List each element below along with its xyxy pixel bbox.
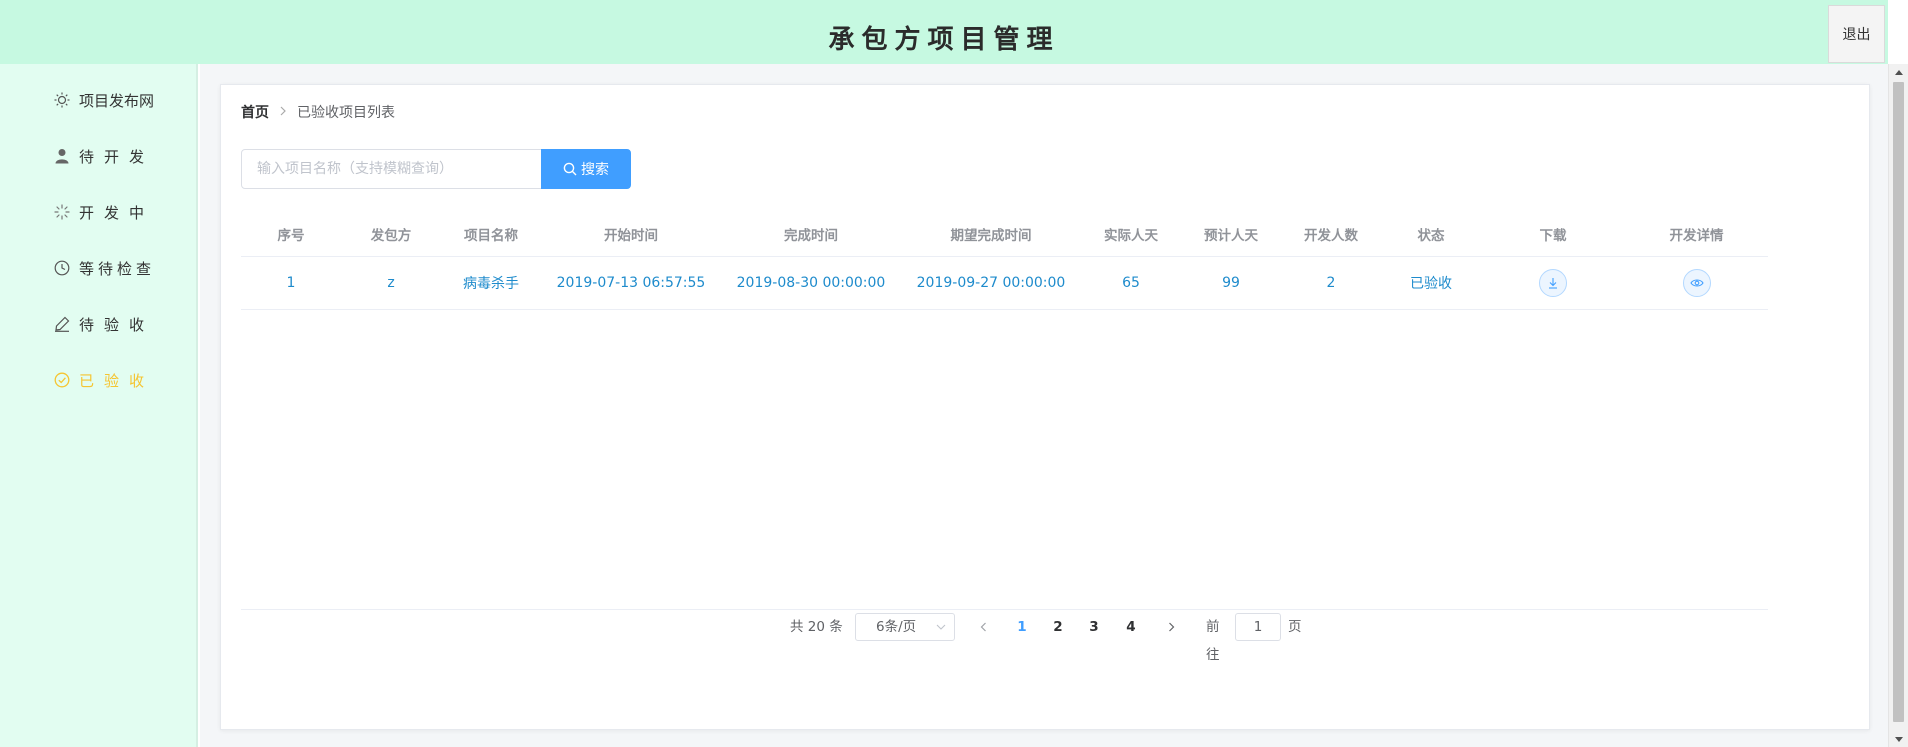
scroll-down-arrow-icon[interactable] <box>1889 731 1908 747</box>
column-header[interactable]: 完成时间 <box>721 212 901 256</box>
goto-suffix: 页 <box>1288 619 1302 635</box>
column-header[interactable]: 状态 <box>1381 212 1481 256</box>
logout-button[interactable]: 退出 <box>1828 5 1885 63</box>
cell-client: z <box>387 275 395 291</box>
breadcrumb-home[interactable]: 首页 <box>241 102 269 122</box>
column-header[interactable]: 下载 <box>1481 212 1625 256</box>
cell-start-time: 2019-07-13 06:57:55 <box>556 275 706 291</box>
breadcrumb: 首页 已验收项目列表 <box>241 101 395 123</box>
column-header[interactable]: 发包方 <box>341 212 441 256</box>
sidebar-item-label: 开发中 <box>79 203 155 222</box>
sidebar-item-label: 待验收 <box>79 315 155 334</box>
sidebar-item-waiting-check[interactable]: 等待检查 <box>53 256 155 280</box>
edit-icon <box>53 315 71 333</box>
app-header: 承包方项目管理 <box>0 0 1888 64</box>
column-header[interactable]: 开发人数 <box>1281 212 1381 256</box>
view-detail-button[interactable] <box>1682 269 1711 297</box>
search-input[interactable] <box>241 149 543 189</box>
search-button-label: 搜索 <box>581 162 609 178</box>
cell-developers: 2 <box>1326 275 1336 291</box>
circle-check-icon <box>53 371 71 389</box>
sidebar-item-label: 等待检查 <box>79 259 156 278</box>
loading-icon <box>53 203 71 221</box>
cell-expected-time: 2019-09-27 00:00:00 <box>916 275 1066 291</box>
download-icon <box>1547 277 1559 289</box>
user-icon <box>53 147 71 165</box>
sidebar-item-accepted[interactable]: 已验收 <box>53 368 154 392</box>
sidebar-item-label: 已验收 <box>79 371 155 390</box>
chevron-left-icon <box>980 622 987 632</box>
goto-label: 前往 <box>1206 619 1220 663</box>
eye-icon <box>1689 278 1704 288</box>
divider <box>241 609 1768 610</box>
cell-estimated-days: 99 <box>1222 275 1240 291</box>
cell-index: 1 <box>286 275 296 291</box>
cell-project-name: 病毒杀手 <box>463 276 519 292</box>
pagination-total: 共 20 条 <box>790 619 843 635</box>
goto-page-input[interactable] <box>1235 613 1281 641</box>
page-title: 承包方项目管理 <box>828 25 1060 55</box>
sidebar-item-pending-accept[interactable]: 待验收 <box>53 312 154 336</box>
sun-icon <box>53 91 71 109</box>
chevron-right-icon <box>1168 622 1175 632</box>
column-header[interactable]: 开发详情 <box>1625 212 1768 256</box>
next-page-button[interactable] <box>1157 613 1185 641</box>
project-table: 序号 发包方 项目名称 开始时间 完成时间 期望完成时间 实际人天 预计人天 开… <box>241 212 1768 310</box>
breadcrumb-current: 已验收项目列表 <box>297 105 395 121</box>
sidebar-item-pending-dev[interactable]: 待开发 <box>53 144 154 168</box>
vertical-scrollbar[interactable] <box>1888 64 1908 747</box>
page-number-button[interactable]: 3 <box>1080 613 1108 641</box>
prev-page-button[interactable] <box>969 613 997 641</box>
clock-icon <box>53 259 71 277</box>
column-header[interactable]: 序号 <box>241 212 341 256</box>
cell-finish-time: 2019-08-30 00:00:00 <box>736 275 886 291</box>
cell-status: 已验收 <box>1410 276 1452 292</box>
download-button[interactable] <box>1539 269 1567 297</box>
search-icon <box>563 162 577 176</box>
download-cell <box>1481 257 1625 309</box>
column-header[interactable]: 项目名称 <box>441 212 541 256</box>
page-size-select[interactable]: 6条/页 <box>855 613 955 641</box>
cell-actual-days: 65 <box>1122 275 1140 291</box>
detail-cell <box>1625 257 1768 309</box>
scrollbar-thumb[interactable] <box>1893 82 1904 722</box>
sidebar: 项目发布网 待开发 开发中 等待检查 待验收 已验收 <box>0 64 198 747</box>
column-header[interactable]: 预计人天 <box>1181 212 1281 256</box>
column-header[interactable]: 实际人天 <box>1081 212 1181 256</box>
scroll-up-arrow-icon[interactable] <box>1889 64 1908 80</box>
sidebar-item-label: 项目发布网 <box>79 91 155 110</box>
page-number-button[interactable]: 2 <box>1044 613 1072 641</box>
column-header[interactable]: 期望完成时间 <box>901 212 1081 256</box>
page-number-button[interactable]: 1 <box>1008 613 1036 641</box>
chevron-right-icon <box>279 105 287 120</box>
search-button[interactable]: 搜索 <box>541 149 631 189</box>
sidebar-item-project-publish[interactable]: 项目发布网 <box>53 88 154 112</box>
column-header[interactable]: 开始时间 <box>541 212 721 256</box>
chevron-down-icon <box>936 614 946 640</box>
sidebar-item-in-dev[interactable]: 开发中 <box>53 200 154 224</box>
page-size-value: 6条/页 <box>876 619 917 635</box>
table-header: 序号 发包方 项目名称 开始时间 完成时间 期望完成时间 实际人天 预计人天 开… <box>241 212 1768 257</box>
sidebar-item-label: 待开发 <box>79 147 155 166</box>
page-number-button[interactable]: 4 <box>1117 613 1145 641</box>
table-row[interactable]: 1 z 病毒杀手 2019-07-13 06:57:55 2019-08-30 … <box>241 257 1768 310</box>
